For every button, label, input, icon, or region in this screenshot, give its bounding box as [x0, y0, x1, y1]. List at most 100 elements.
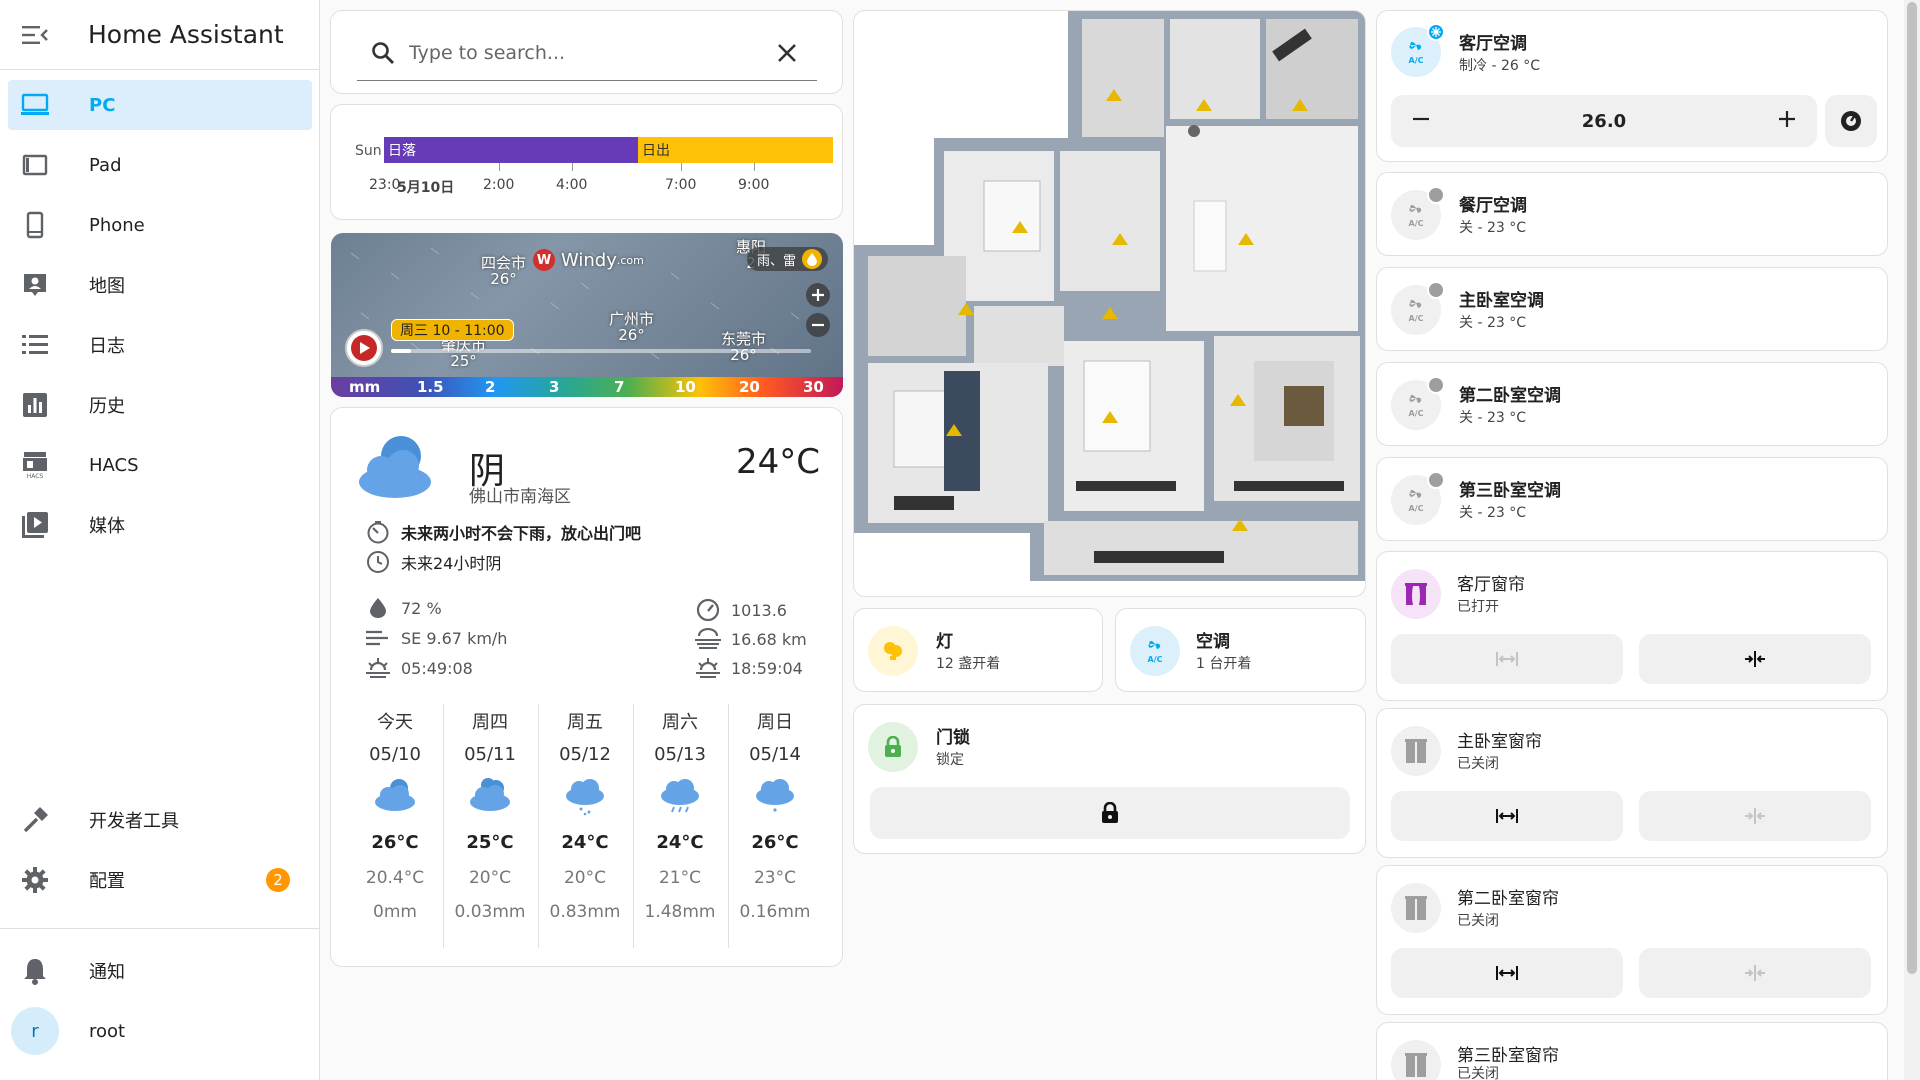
- sidebar-item-phone[interactable]: Phone: [8, 200, 312, 250]
- climate-tile[interactable]: A/C 第二卧室空调 关 - 23 °C: [1376, 362, 1888, 446]
- forecast-date: 05/14: [749, 744, 801, 765]
- sidebar-item-history[interactable]: 历史: [8, 380, 312, 430]
- sidebar-item-media[interactable]: 媒体: [8, 500, 312, 550]
- forecast-day: 周五 05/12 24°C 20°C 0.83mm: [538, 704, 632, 948]
- close-cover-button[interactable]: [1639, 791, 1871, 841]
- forecast-day-name: 周日: [757, 712, 793, 733]
- sidebar-item-notifications[interactable]: 通知: [8, 946, 312, 996]
- tile-state: 关 - 23 °C: [1459, 410, 1526, 426]
- sunrise-icon: [365, 658, 391, 678]
- close-cover-button[interactable]: [1639, 948, 1871, 998]
- open-cover-button[interactable]: [1391, 634, 1623, 684]
- climate-tile[interactable]: A/C 第三卧室空调 关 - 23 °C: [1376, 457, 1888, 541]
- time-pill[interactable]: 周三 10 - 11:00: [391, 319, 514, 341]
- zoom-out-button[interactable]: [806, 313, 830, 337]
- bell-icon: [8, 957, 62, 985]
- lock-icon: [868, 722, 918, 772]
- windy-layer-button[interactable]: 雨、雷: [747, 247, 829, 271]
- floorplan-image[interactable]: [854, 11, 1366, 597]
- sidebar-item-label: 媒体: [89, 516, 125, 537]
- sunset-value: 18:59:04: [731, 658, 803, 678]
- raindrop-icon: [802, 249, 823, 269]
- sunset-label: 日落: [388, 143, 416, 159]
- scrollbar-thumb[interactable]: [1907, 2, 1917, 974]
- svg-text:A/C: A/C: [1409, 314, 1424, 323]
- close-cover-button[interactable]: [1639, 634, 1871, 684]
- sidebar-item-label: PC: [89, 94, 116, 116]
- sidebar-item-label: Phone: [89, 214, 145, 236]
- sidebar-item-label: 地图: [89, 276, 125, 297]
- light-rain-icon: [566, 779, 604, 816]
- svg-text:A/C: A/C: [1409, 56, 1424, 65]
- close-icon[interactable]: [777, 43, 797, 63]
- sidebar-item-settings[interactable]: 配置 2: [8, 855, 312, 905]
- nowcast-text: 未来两小时不会下雨，放心出门吧: [401, 524, 642, 543]
- curtains-closed-icon[interactable]: [1391, 726, 1441, 776]
- timeline-tick: 4:00: [556, 177, 588, 193]
- sidebar-item-user[interactable]: r root: [8, 1006, 312, 1056]
- power-off-icon: [1427, 281, 1445, 299]
- curtains-open-icon[interactable]: [1391, 569, 1441, 619]
- tile-name[interactable]: 门锁: [936, 723, 970, 748]
- page-scrollbar[interactable]: [1904, 0, 1920, 1080]
- sunrise-bar[interactable]: 日出: [638, 137, 833, 163]
- search-field[interactable]: [357, 25, 817, 81]
- forecast-day-name: 今天: [377, 712, 413, 733]
- lock-icon: [1102, 802, 1118, 823]
- climate-tile[interactable]: A/C 餐厅空调 关 - 23 °C: [1376, 172, 1888, 256]
- decrease-temperature-button[interactable]: [1413, 111, 1429, 131]
- sidebar-item-pc[interactable]: PC: [8, 80, 312, 130]
- sidebar-item-developer-tools[interactable]: 开发者工具: [8, 795, 312, 845]
- timeline-gridline: [499, 163, 500, 171]
- tablet-icon: [8, 154, 62, 176]
- scale-value: 10: [675, 378, 696, 396]
- timeline-slider-fill: [391, 349, 411, 353]
- hvac-mode-button[interactable]: [1825, 95, 1877, 147]
- temperature-control: 26.0: [1391, 95, 1817, 147]
- increase-temperature-button[interactable]: [1778, 111, 1795, 131]
- zoom-in-button[interactable]: [806, 283, 830, 307]
- sidebar-item-pad[interactable]: Pad: [8, 140, 312, 190]
- sidebar-item-logbook[interactable]: 日志: [8, 320, 312, 370]
- climate-tile[interactable]: A/C 主卧室空调 关 - 23 °C: [1376, 267, 1888, 351]
- sidebar-item-label: 历史: [89, 396, 125, 417]
- timeline-slider[interactable]: [391, 349, 811, 353]
- windy-map[interactable]: 四会市26° 广州市26° 东莞市26° 肇庆市25° 惠阳2 W Windy …: [331, 233, 843, 397]
- hammer-icon: [8, 807, 62, 833]
- map-city: 肇庆市 25°: [441, 336, 487, 370]
- humidity-row: 72 %: [365, 598, 442, 618]
- tile-name: 餐厅空调: [1459, 196, 1527, 216]
- arrow-expand-horizontal-icon: [1496, 966, 1518, 980]
- visibility-row: 16.68 km: [695, 628, 807, 650]
- lights-tile[interactable]: 灯 12 盏开着: [853, 608, 1103, 692]
- sidebar-item-map[interactable]: 地图: [8, 260, 312, 310]
- scale-value: 30: [803, 378, 824, 396]
- curtains-closed-icon[interactable]: [1391, 883, 1441, 933]
- cloudy-icon: [375, 779, 415, 811]
- open-cover-button[interactable]: [1391, 948, 1623, 998]
- tile-state: 已打开: [1457, 599, 1499, 615]
- sidebar-item-hacs[interactable]: HACS HACS: [8, 440, 312, 490]
- search-icon: [372, 41, 394, 64]
- pressure-value: 1013.6: [731, 600, 787, 620]
- forecast-day: 周六 05/13 24°C 21°C 1.48mm: [633, 704, 727, 948]
- tile-name: 客厅窗帘: [1457, 575, 1525, 595]
- arrow-collapse-horizontal-icon: [1745, 808, 1765, 824]
- play-button[interactable]: [345, 329, 383, 367]
- ac-summary-tile[interactable]: A/C 空调 1 台开着: [1115, 608, 1366, 692]
- sunset-bar[interactable]: 日落: [384, 137, 638, 163]
- forecast-day-name: 周六: [662, 712, 698, 733]
- lightbulb-group-icon: [868, 626, 918, 676]
- power-off-icon: [1427, 186, 1445, 204]
- clock-icon: [365, 550, 391, 574]
- forecast-date: 05/11: [464, 744, 516, 765]
- menu-toggle-button[interactable]: [0, 0, 70, 70]
- open-cover-button[interactable]: [1391, 791, 1623, 841]
- search-input[interactable]: [409, 41, 749, 64]
- weather-fog-icon: [695, 628, 721, 650]
- forecast-low: 21°C: [658, 868, 701, 888]
- curtains-closed-icon[interactable]: [1391, 1040, 1441, 1080]
- play-icon: [351, 335, 377, 361]
- lock-toggle-button[interactable]: [870, 787, 1350, 839]
- tile-state: 关 - 23 °C: [1459, 315, 1526, 331]
